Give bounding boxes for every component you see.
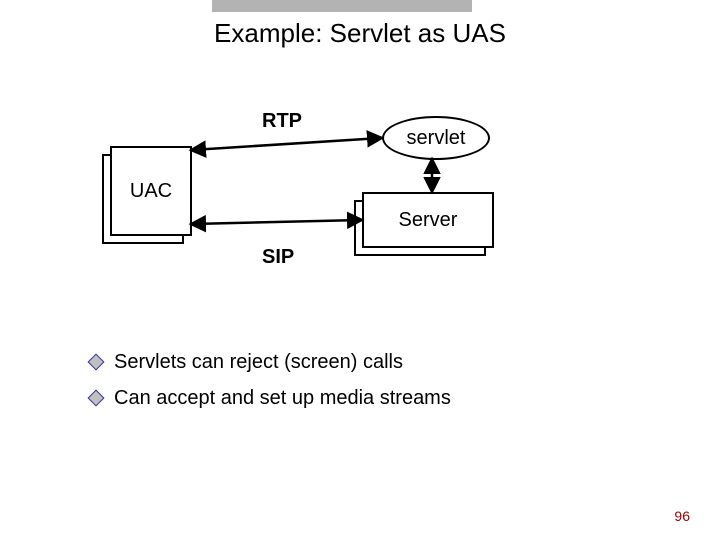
list-item: Can accept and set up media streams xyxy=(90,382,451,414)
slide-title: Example: Servlet as UAS xyxy=(0,18,720,49)
sip-arrow xyxy=(192,220,361,224)
bullet-list: Servlets can reject (screen) calls Can a… xyxy=(90,346,451,418)
diagram-arrows xyxy=(102,108,522,308)
list-item: Servlets can reject (screen) calls xyxy=(90,346,451,378)
architecture-diagram: UAC servlet Server RTP SIP xyxy=(102,108,522,308)
bullet-diamond-icon xyxy=(88,354,105,371)
header-decoration-bar xyxy=(212,0,472,12)
bullet-diamond-icon xyxy=(88,390,105,407)
page-number: 96 xyxy=(674,508,690,524)
bullet-text: Can accept and set up media streams xyxy=(114,382,451,414)
bullet-text: Servlets can reject (screen) calls xyxy=(114,346,403,378)
rtp-arrow xyxy=(192,138,381,150)
